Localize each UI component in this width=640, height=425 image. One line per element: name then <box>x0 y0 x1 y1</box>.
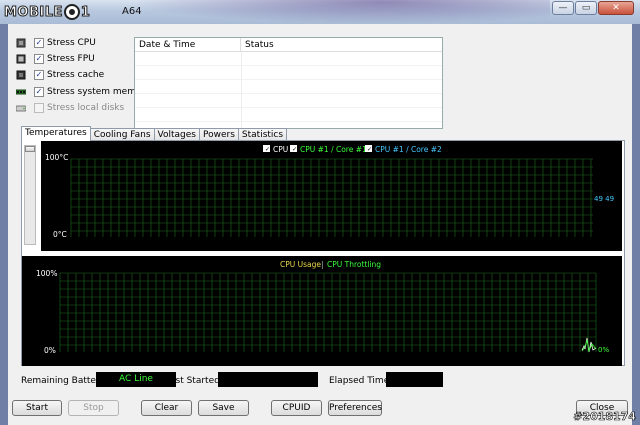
legend-cpu-throttling-label: CPU Throttling <box>327 260 381 269</box>
column-status[interactable]: Status <box>241 38 274 51</box>
logo-eye-icon <box>63 4 80 20</box>
legend-cpu-label: CPU <box>273 145 288 154</box>
stress-disks-label: Stress local disks <box>47 103 125 113</box>
logo-text-left: MOBILE <box>4 4 63 20</box>
remaining-battery-label: Remaining Battery: <box>21 376 108 386</box>
memory-icon <box>16 89 26 95</box>
clear-button[interactable]: Clear <box>141 400 192 416</box>
stop-button[interactable]: Stop <box>68 400 119 416</box>
legend-core1-label: CPU #1 / Core #1 <box>300 145 367 154</box>
watermark-logo: MOBILE 1 <box>4 3 90 21</box>
svg-text:✓: ✓ <box>367 146 372 153</box>
stress-disks-checkbox[interactable] <box>34 103 44 113</box>
temperature-min-label: 0°C <box>53 230 67 239</box>
minimize-button[interactable]: — <box>552 1 574 15</box>
stress-cpu-option[interactable]: ✓ Stress CPU <box>16 36 96 50</box>
stress-memory-option[interactable]: ✓ Stress system memory <box>16 85 151 99</box>
close-window-button[interactable]: ✕ <box>598 1 634 15</box>
stress-cache-label: Stress cache <box>47 70 105 80</box>
logo-text-right: 1 <box>80 4 91 20</box>
temperature-grid <box>70 158 593 237</box>
temperature-current-value: 49 49 <box>594 195 614 203</box>
tab-temperatures[interactable]: Temperatures <box>21 126 91 141</box>
event-log-rows <box>135 52 442 128</box>
legend-core2-label: CPU #1 / Core #2 <box>375 145 442 154</box>
window-title: A64 <box>122 6 142 17</box>
disk-icon <box>16 105 26 112</box>
stress-cache-checkbox[interactable]: ✓ <box>34 70 44 80</box>
fpu-icon <box>16 54 26 64</box>
test-started-value <box>218 372 318 387</box>
usage-min-label: 0% <box>44 346 56 355</box>
status-row: Remaining Battery: AC Line Test Started:… <box>21 371 621 391</box>
start-button[interactable]: Start <box>12 400 62 416</box>
stress-fpu-label: Stress FPU <box>47 54 95 64</box>
svg-text:✓: ✓ <box>265 146 270 153</box>
title-bar-background <box>130 0 550 24</box>
title-bar: MOBILE 1 A64 — ▭ ✕ <box>0 0 640 24</box>
graph-selector-scrollbar[interactable] <box>24 145 36 245</box>
test-started-label: Test Started: <box>166 376 223 386</box>
preferences-button[interactable]: Preferences <box>328 400 382 416</box>
remaining-battery-value: AC Line <box>96 372 176 387</box>
cpu-usage-grid <box>59 272 597 352</box>
cpuid-button[interactable]: CPUID <box>271 400 322 416</box>
column-divider <box>241 52 242 128</box>
stress-memory-checkbox[interactable]: ✓ <box>34 87 44 97</box>
cache-icon <box>16 70 26 80</box>
elapsed-time-value <box>386 372 443 387</box>
stress-cpu-checkbox[interactable]: ✓ <box>34 38 44 48</box>
cpu-usage-graph-canvas: CPU Usage | CPU Throttling 100% 0% 0% <box>36 260 609 355</box>
usage-max-label: 100% <box>36 269 57 278</box>
temperature-graph: ✓ CPU ✓ CPU #1 / Core #1 ✓ CPU #1 / Core… <box>41 141 622 251</box>
save-button[interactable]: Save <box>198 400 249 416</box>
stress-cpu-label: Stress CPU <box>47 38 96 48</box>
stress-disks-option[interactable]: Stress local disks <box>16 101 124 115</box>
column-date-time[interactable]: Date & Time <box>135 38 241 51</box>
cpu-usage-graph: CPU Usage | CPU Throttling 100% 0% 0% <box>22 256 622 366</box>
temperature-max-label: 100°C <box>45 153 68 162</box>
stress-fpu-checkbox[interactable]: ✓ <box>34 54 44 64</box>
main-window: ✓ Stress CPU ✓ Stress FPU ✓ Stress cache… <box>8 24 632 425</box>
tab-bar: Temperatures Cooling Fans Voltages Power… <box>21 126 288 141</box>
temperatures-panel: ✓ CPU ✓ CPU #1 / Core #1 ✓ CPU #1 / Core… <box>21 140 625 366</box>
temperature-graph-canvas: ✓ CPU ✓ CPU #1 / Core #1 ✓ CPU #1 / Core… <box>45 145 614 239</box>
stress-cache-option[interactable]: ✓ Stress cache <box>16 68 104 82</box>
event-log-table[interactable]: Date & Time Status <box>134 37 443 129</box>
maximize-button[interactable]: ▭ <box>575 1 597 15</box>
scrollbar-thumb[interactable] <box>25 146 35 152</box>
temperature-legend: ✓ CPU ✓ CPU #1 / Core #1 ✓ CPU #1 / Core… <box>263 145 442 154</box>
window-controls: — ▭ ✕ <box>552 1 634 15</box>
svg-text:✓: ✓ <box>292 146 297 153</box>
watermark-id: #2018174 <box>573 410 636 424</box>
cpu-icon <box>16 38 26 48</box>
elapsed-time-label: Elapsed Time: <box>329 376 393 386</box>
usage-current-value: 0% <box>598 346 609 354</box>
event-log-header: Date & Time Status <box>135 38 442 52</box>
legend-separator: | <box>321 260 324 269</box>
legend-cpu-usage-label: CPU Usage <box>280 260 321 269</box>
stress-fpu-option[interactable]: ✓ Stress FPU <box>16 52 95 66</box>
